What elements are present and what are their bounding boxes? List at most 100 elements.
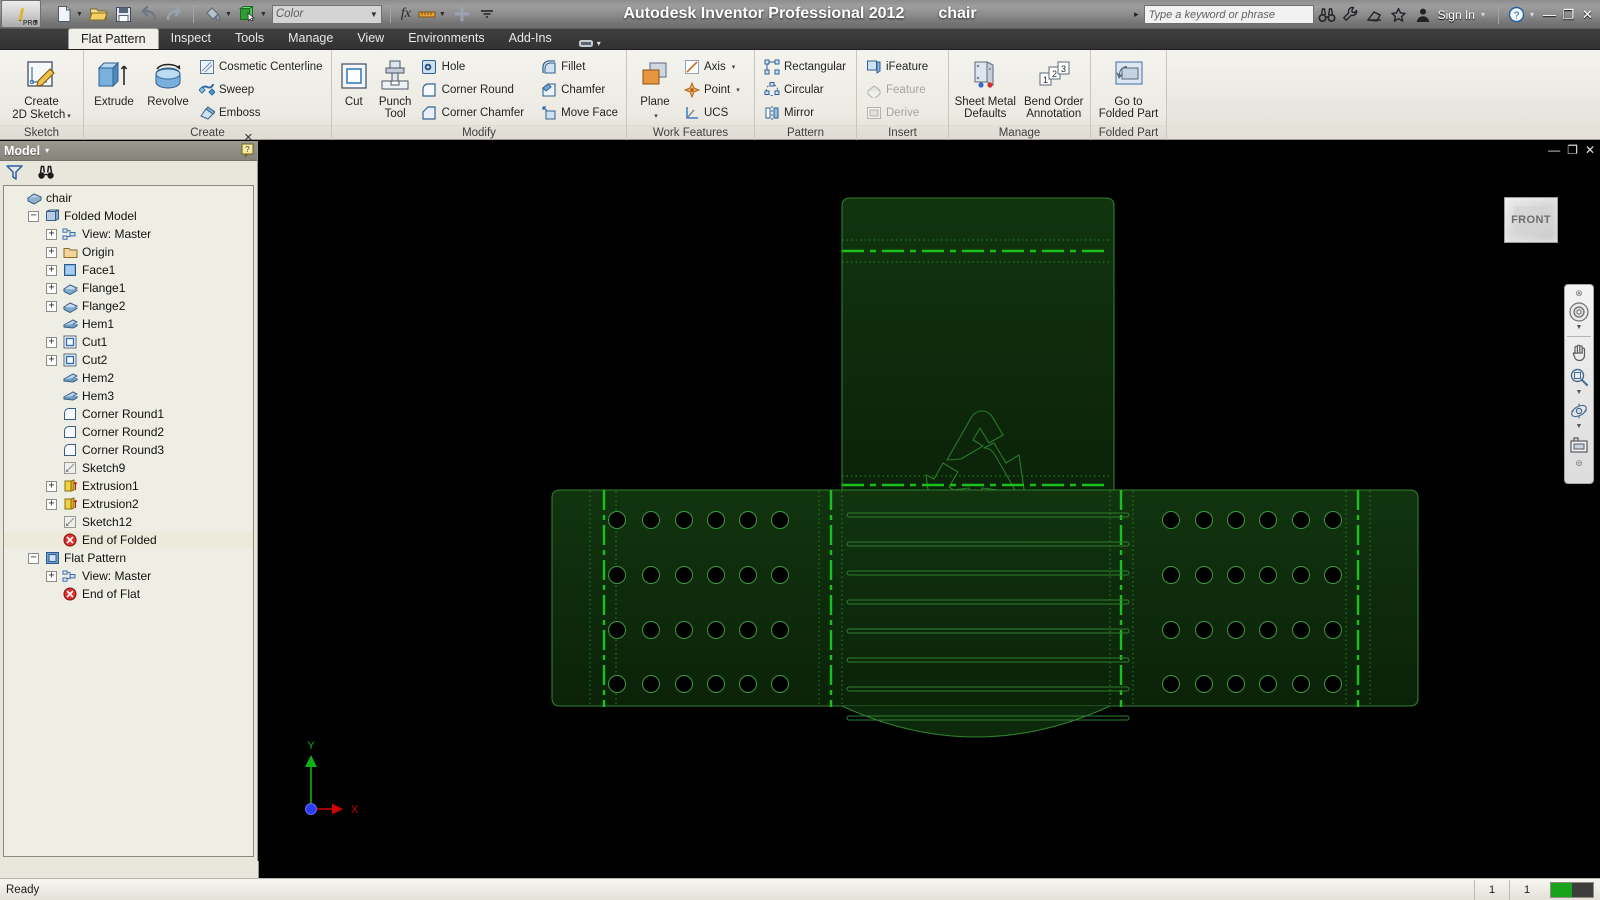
find-binoculars-icon[interactable] — [37, 165, 55, 180]
hole-button[interactable]: Hole — [419, 55, 528, 78]
model-tree[interactable]: chair − Folded Model + View: Master + Origin + F… — [3, 185, 254, 857]
revolve-button[interactable]: Revolve — [142, 53, 194, 109]
orbit-dropdown-icon[interactable]: ▼ — [1576, 423, 1583, 432]
graphics-close-button[interactable]: ✕ — [1585, 144, 1595, 156]
sign-in-caret-icon[interactable]: ▾ — [1481, 10, 1485, 19]
tab-view[interactable]: View — [345, 28, 396, 49]
tree-item-sketch9[interactable]: Sketch9 — [4, 459, 253, 477]
browser-scroll-area[interactable] — [0, 861, 259, 878]
new-document-icon[interactable] — [53, 3, 75, 25]
tree-item-corner-round1[interactable]: Corner Round1 — [4, 405, 253, 423]
tab-flat-pattern[interactable]: Flat Pattern — [68, 28, 159, 49]
tree-item-cut2[interactable]: + Cut2 — [4, 351, 253, 369]
sweep-button[interactable]: Sweep — [196, 78, 327, 101]
pan-hand-icon[interactable] — [1566, 340, 1592, 364]
graphics-minimize-button[interactable]: — — [1548, 144, 1560, 156]
navigation-bar[interactable]: ⊗ ▼ ▼ ▼ ⊜ — [1564, 284, 1594, 484]
expand-toggle-icon[interactable]: + — [46, 570, 57, 582]
binoculars-icon[interactable] — [1316, 4, 1338, 26]
ribbon-display-options[interactable]: ▾ — [578, 38, 601, 49]
tab-inspect[interactable]: Inspect — [159, 28, 223, 49]
derive-button[interactable]: Derive — [863, 101, 932, 124]
fillet-button[interactable]: Fillet — [538, 55, 622, 78]
ruler-icon[interactable] — [416, 3, 438, 25]
steering-wheel-icon[interactable] — [1566, 300, 1592, 324]
ifeature-button[interactable]: iFeature — [863, 55, 932, 78]
expand-toggle-icon[interactable]: + — [46, 336, 57, 348]
corner-chamfer-button[interactable]: Corner Chamfer — [419, 101, 528, 124]
collapse-toggle-icon[interactable]: − — [28, 210, 39, 222]
tree-item-folded-model[interactable]: − Folded Model — [4, 207, 253, 225]
extrude-button[interactable]: Extrude — [88, 53, 140, 109]
graphics-viewport[interactable]: — ❐ ✕ Y X FRONT ⊗ ▼ ▼ ▼ ⊜ — [259, 141, 1600, 861]
tree-item-hem2[interactable]: Hem2 — [4, 369, 253, 387]
more-arrow-icon[interactable] — [476, 3, 498, 25]
tree-item-origin[interactable]: + Origin — [4, 243, 253, 261]
tree-item-extrusion1[interactable]: + Extrusion1 — [4, 477, 253, 495]
minimize-button[interactable]: — — [1541, 5, 1558, 25]
expand-toggle-icon[interactable]: + — [46, 354, 57, 366]
plane-button[interactable]: Plane ▾ — [631, 53, 679, 123]
open-folder-icon[interactable] — [88, 3, 110, 25]
tree-item-extrusion2[interactable]: + Extrusion2 — [4, 495, 253, 513]
undo-arrow-icon[interactable] — [138, 3, 160, 25]
move-face-button[interactable]: Move Face — [538, 101, 622, 124]
tab-add-ins[interactable]: Add-Ins — [497, 28, 564, 49]
navbar-menu-icon[interactable]: ⊜ — [1575, 458, 1583, 469]
rectangular-pattern-button[interactable]: Rectangular — [761, 55, 850, 78]
flat-pattern-drawing[interactable]: Y X — [259, 141, 1600, 861]
tree-item-flat-pattern[interactable]: − Flat Pattern — [4, 549, 253, 567]
application-menu-button[interactable]: I PRO ▼ — [1, 0, 41, 28]
help-tooltip-icon[interactable]: ? — [241, 143, 255, 157]
tree-item-hem1[interactable]: Hem1 — [4, 315, 253, 333]
close-button[interactable]: ✕ — [1579, 5, 1596, 25]
graphics-restore-button[interactable]: ❐ — [1567, 144, 1578, 156]
help-caret-icon[interactable]: ▾ — [1530, 10, 1534, 19]
tree-item-view-master[interactable]: + View: Master — [4, 567, 253, 585]
chevron-down-icon[interactable]: ▼ — [370, 10, 378, 19]
chevron-down-icon[interactable]: ▼ — [76, 11, 83, 18]
tab-environments[interactable]: Environments — [396, 28, 496, 49]
expand-toggle-icon[interactable]: + — [46, 264, 57, 276]
view-cube[interactable]: FRONT — [1504, 197, 1558, 243]
emboss-button[interactable]: Emboss — [196, 101, 327, 124]
cosmetic-centerline-button[interactable]: Cosmetic Centerline — [196, 55, 327, 78]
feature-button[interactable]: Feature — [863, 78, 932, 101]
create-2d-sketch-button[interactable]: Create 2D Sketch ▾ — [5, 53, 79, 123]
filter-funnel-icon[interactable] — [6, 164, 23, 180]
color-select[interactable]: Color ▼ — [271, 4, 382, 24]
mirror-button[interactable]: Mirror — [761, 101, 850, 124]
chevron-down-icon[interactable]: ▼ — [439, 11, 446, 18]
tree-item-corner-round3[interactable]: Corner Round3 — [4, 441, 253, 459]
chamfer-button[interactable]: Chamfer — [538, 78, 622, 101]
tree-item-cut1[interactable]: + Cut1 — [4, 333, 253, 351]
axis-button[interactable]: Axis ▾ — [681, 55, 744, 78]
collapse-toggle-icon[interactable]: − — [28, 552, 39, 564]
restore-button[interactable]: ❐ — [1560, 5, 1577, 25]
sheet-metal-defaults-button[interactable]: Sheet Metal Defaults — [953, 53, 1018, 120]
chevron-down-icon[interactable]: ▾ — [45, 146, 49, 155]
bend-order-annotation-button[interactable]: 123 Bend Order Annotation — [1022, 53, 1087, 120]
tree-item-face1[interactable]: + Face1 — [4, 261, 253, 279]
parameters-fx-icon[interactable]: fx — [399, 6, 413, 22]
plus-icon[interactable] — [451, 3, 473, 25]
satellite-icon[interactable] — [1364, 4, 1386, 26]
status-color-swatch[interactable] — [1550, 881, 1594, 898]
chevron-down-icon[interactable]: ▾ — [67, 113, 71, 120]
expand-toggle-icon[interactable]: + — [46, 498, 57, 510]
expand-toggle-icon[interactable]: + — [46, 480, 57, 492]
tree-item-chair[interactable]: chair — [4, 189, 253, 207]
chevron-down-icon[interactable]: ▼ — [260, 11, 267, 18]
chevron-down-icon[interactable]: ▾ — [654, 113, 658, 120]
ucs-button[interactable]: UCS — [681, 101, 744, 124]
save-disk-icon[interactable] — [113, 3, 135, 25]
look-at-camera-icon[interactable] — [1566, 433, 1592, 457]
steering-wheel-dropdown-icon[interactable]: ▼ — [1576, 324, 1583, 333]
zoom-magnifier-icon[interactable] — [1566, 365, 1592, 389]
star-icon[interactable] — [1388, 4, 1410, 26]
expand-toggle-icon[interactable]: + — [46, 300, 57, 312]
user-avatar-icon[interactable] — [1412, 4, 1434, 26]
tree-item-end-of-flat[interactable]: End of Flat — [4, 585, 253, 603]
expand-toggle-icon[interactable]: + — [46, 246, 57, 258]
redo-arrow-icon[interactable] — [163, 3, 185, 25]
